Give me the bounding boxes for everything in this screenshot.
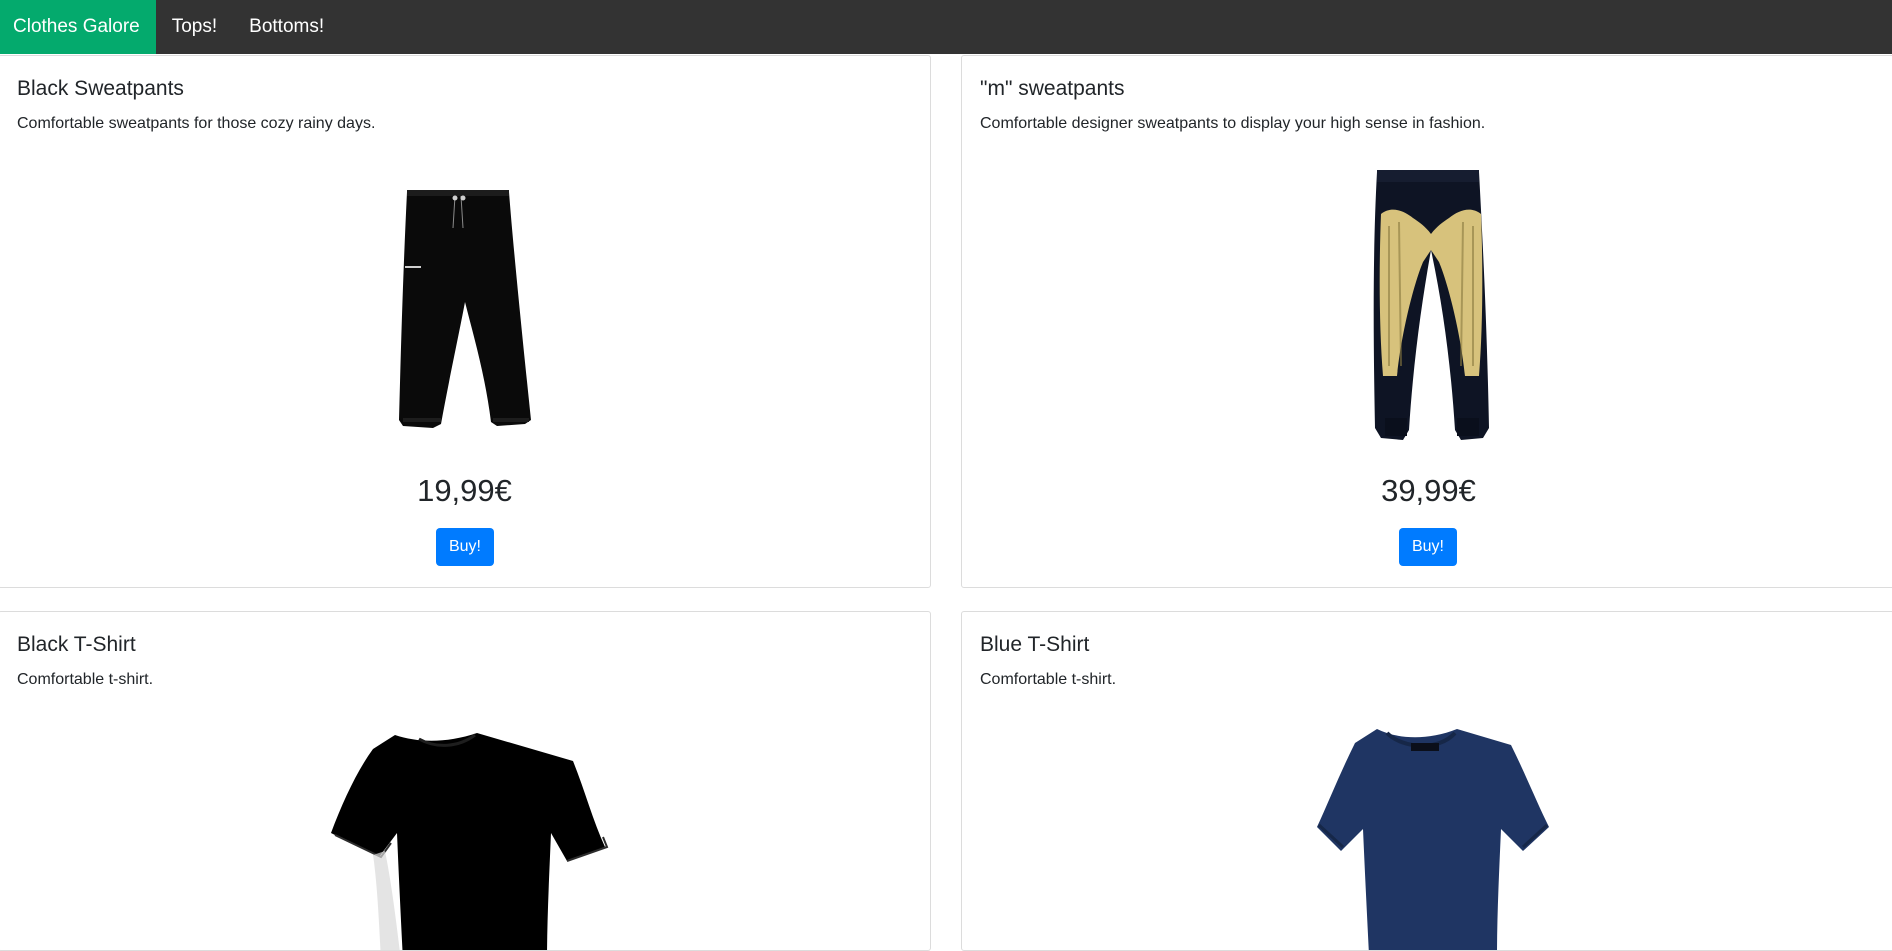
product-price: 39,99€ xyxy=(1381,473,1476,508)
product-description: Comfortable t-shirt. xyxy=(980,671,1117,688)
product-title: "m" sweatpants xyxy=(980,77,1125,100)
product-description: Comfortable t-shirt. xyxy=(17,671,154,688)
product-description: Comfortable designer sweatpants to displ… xyxy=(980,115,1486,132)
product-card-blue-tshirt: Blue T-Shirt Comfortable t-shirt. xyxy=(961,611,1892,951)
top-navbar: Clothes Galore Tops! Bottoms! xyxy=(0,0,1892,54)
product-title: Blue T-Shirt xyxy=(980,633,1090,656)
printed-sweatpants-image xyxy=(1373,170,1489,440)
product-card-m-sweatpants: "m" sweatpants Comfortable designer swea… xyxy=(961,55,1892,588)
buy-button[interactable]: Buy! xyxy=(1399,528,1457,566)
product-price: 19,99€ xyxy=(417,473,512,508)
nav-link-tops[interactable]: Tops! xyxy=(156,0,233,54)
nav-brand-home[interactable]: Clothes Galore xyxy=(0,0,156,54)
product-title: Black T-Shirt xyxy=(17,633,136,656)
nav-link-bottoms[interactable]: Bottoms! xyxy=(233,0,340,54)
product-card-black-sweatpants: Black Sweatpants Comfortable sweatpants … xyxy=(0,55,931,588)
product-title: Black Sweatpants xyxy=(17,77,184,100)
blue-tshirt-image xyxy=(1317,729,1549,950)
product-description: Comfortable sweatpants for those cozy ra… xyxy=(17,115,376,132)
black-tshirt-image xyxy=(331,733,609,950)
black-sweatpants-image xyxy=(399,190,531,428)
product-card-black-tshirt: Black T-Shirt Comfortable t-shirt. xyxy=(0,611,931,951)
buy-button[interactable]: Buy! xyxy=(436,528,494,566)
